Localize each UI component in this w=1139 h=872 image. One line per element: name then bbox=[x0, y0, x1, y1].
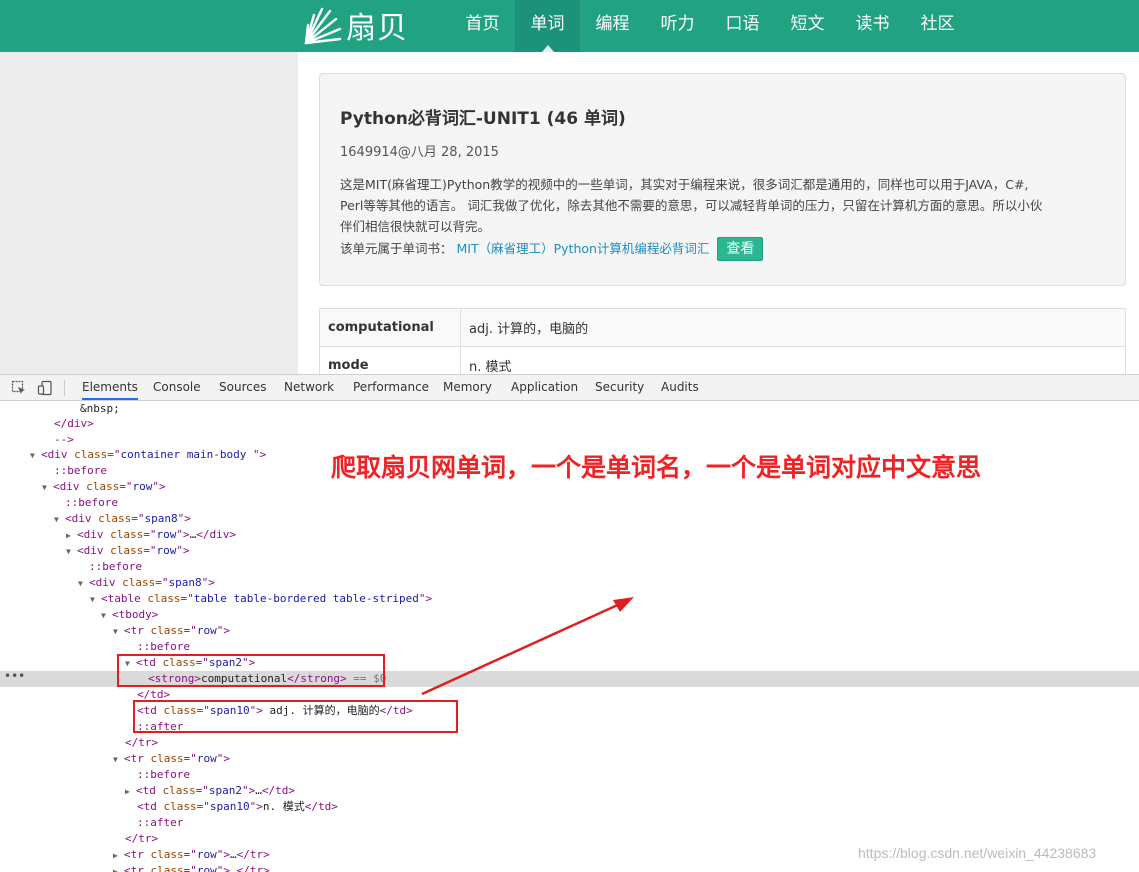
dom-line[interactable]: ▼ <table class="table table-bordered tabl… bbox=[90, 591, 432, 607]
dom-line[interactable]: ▶ <tr class="row">…</tr> bbox=[113, 863, 270, 872]
nav-reading[interactable]: 读书 bbox=[840, 0, 905, 52]
expand-arrow-icon[interactable]: ▼ bbox=[113, 752, 124, 768]
tab-console[interactable]: Console bbox=[153, 375, 201, 400]
dom-line[interactable]: ▼ <tr class="row"> bbox=[113, 751, 230, 767]
main-nav: 首页 单词 编程 听力 口语 短文 读书 社区 bbox=[450, 0, 970, 52]
description-line: 伴们相信很快就可以背完。 bbox=[340, 219, 491, 234]
unit-title: Python必背词汇-UNIT1 (46 单词) bbox=[340, 109, 626, 129]
dom-line[interactable]: <td class="span10">n. 模式</td> bbox=[137, 799, 338, 815]
wordbook-label: 该单元属于单词书： bbox=[340, 241, 453, 256]
nav-speaking[interactable]: 口语 bbox=[710, 0, 775, 52]
tab-elements[interactable]: Elements bbox=[82, 375, 138, 400]
nav-articles[interactable]: 短文 bbox=[775, 0, 840, 52]
annotation-title: 爬取扇贝网单词，一个是单词名，一个是单词对应中文意思 bbox=[331, 453, 982, 482]
nav-listening[interactable]: 听力 bbox=[645, 0, 710, 52]
more-options-icon[interactable]: ••• bbox=[4, 669, 25, 683]
site-header: 扇贝 首页 单词 编程 听力 口语 短文 读书 社区 bbox=[0, 0, 1139, 52]
wordbook-link[interactable]: MIT（麻省理工）Python计算机编程必背词汇 bbox=[457, 241, 710, 256]
word-cell: mode bbox=[319, 346, 461, 374]
highlight-box-meaning bbox=[133, 700, 458, 733]
view-button[interactable]: 查看 bbox=[717, 237, 764, 261]
dom-line[interactable]: ▼ <div class="span8"> bbox=[54, 511, 191, 527]
expand-arrow-icon[interactable]: ▼ bbox=[30, 448, 41, 464]
nav-words[interactable]: 单词 bbox=[515, 0, 580, 52]
tab-memory[interactable]: Memory bbox=[443, 375, 492, 400]
expand-arrow-icon[interactable]: ▼ bbox=[66, 544, 77, 560]
main-content: Python必背词汇-UNIT1 (46 单词) 1649914@八月 28, … bbox=[298, 52, 1139, 374]
dom-line[interactable]: ::before bbox=[54, 463, 107, 479]
collapse-arrow-icon[interactable]: ▶ bbox=[66, 528, 77, 544]
expand-arrow-icon[interactable]: ▼ bbox=[90, 592, 101, 608]
dom-line[interactable]: ▼ <div class="container main-body "> bbox=[30, 447, 266, 463]
dom-line[interactable]: ::before bbox=[89, 559, 142, 575]
watermark: https://blog.csdn.net/weixin_44238683 bbox=[858, 845, 1097, 861]
tab-performance[interactable]: Performance bbox=[353, 375, 429, 400]
wordbook-line: 该单元属于单词书： MIT（麻省理工）Python计算机编程必背词汇 查看 bbox=[340, 237, 1105, 261]
description-line: 这是MIT(麻省理工)Python教学的视频中的一些单词，其实对于编程来说，很多… bbox=[340, 177, 1029, 192]
dom-line[interactable]: ▼ <div class="row"> bbox=[66, 543, 190, 559]
dom-line[interactable]: ▶ <tr class="row">…</tr> bbox=[113, 847, 270, 863]
dom-line[interactable]: </tr> bbox=[125, 735, 158, 751]
meaning-cell: adj. 计算的，电脑的 bbox=[460, 308, 1126, 347]
expand-arrow-icon[interactable]: ▼ bbox=[54, 512, 65, 528]
tab-sources[interactable]: Sources bbox=[219, 375, 266, 400]
unit-description: 这是MIT(麻省理工)Python教学的视频中的一些单词，其实对于编程来说，很多… bbox=[340, 174, 1105, 237]
dom-line[interactable]: ▼ <div class="row"> bbox=[42, 479, 166, 495]
dom-line[interactable]: --> bbox=[54, 432, 74, 448]
devtools-toolbar: Elements Console Sources Network Perform… bbox=[0, 374, 1139, 401]
logo-text: 扇贝 bbox=[346, 11, 408, 46]
site-logo[interactable]: 扇贝 bbox=[300, 2, 408, 48]
unit-meta: 1649914@八月 28, 2015 bbox=[340, 145, 499, 160]
expand-arrow-icon[interactable]: ▼ bbox=[113, 624, 124, 640]
left-sidebar-area bbox=[0, 52, 298, 374]
dom-line[interactable]: ▼ <tr class="row"> bbox=[113, 623, 230, 639]
table-row: computational adj. 计算的，电脑的 bbox=[319, 308, 1126, 347]
dom-line[interactable]: ▶ <div class="row">…</div> bbox=[66, 527, 236, 543]
dom-line[interactable]: ::before bbox=[65, 495, 118, 511]
tab-security[interactable]: Security bbox=[595, 375, 644, 400]
dom-line[interactable]: ▼ <div class="span8"> bbox=[78, 575, 215, 591]
dom-line[interactable]: ::before bbox=[137, 767, 190, 783]
collapse-arrow-icon[interactable]: ▶ bbox=[113, 864, 124, 872]
nav-community[interactable]: 社区 bbox=[905, 0, 970, 52]
dom-line[interactable]: ▶ <td class="span2">…</td> bbox=[125, 783, 295, 799]
expand-arrow-icon[interactable]: ▼ bbox=[42, 480, 53, 496]
highlight-box-word bbox=[117, 654, 385, 687]
dom-line[interactable]: ::before bbox=[137, 639, 190, 655]
nav-programming[interactable]: 编程 bbox=[580, 0, 645, 52]
expand-arrow-icon[interactable]: ▼ bbox=[101, 608, 112, 624]
description-line: Perl等等其他的语言。 词汇我做了优化，除去其他不需要的意思，可以减轻背单词的… bbox=[340, 198, 1043, 213]
collapse-arrow-icon[interactable]: ▶ bbox=[113, 848, 124, 864]
tab-application[interactable]: Application bbox=[511, 375, 578, 400]
collapse-arrow-icon[interactable]: ▶ bbox=[125, 784, 136, 800]
meaning-cell: n. 模式 bbox=[460, 346, 1126, 374]
nav-home[interactable]: 首页 bbox=[450, 0, 515, 52]
expand-arrow-icon[interactable]: ▼ bbox=[78, 576, 89, 592]
tab-audits[interactable]: Audits bbox=[661, 375, 699, 400]
inspect-element-icon[interactable] bbox=[11, 380, 27, 396]
dom-line[interactable]: ▼ <tbody> bbox=[101, 607, 158, 623]
dom-line[interactable]: </tr> bbox=[125, 831, 158, 847]
device-toolbar-icon[interactable] bbox=[37, 380, 53, 396]
dom-line[interactable]: ::after bbox=[137, 815, 183, 831]
word-cell: computational bbox=[319, 308, 461, 347]
unit-info-card: Python必背词汇-UNIT1 (46 单词) 1649914@八月 28, … bbox=[319, 73, 1126, 286]
table-row: mode n. 模式 bbox=[319, 346, 1126, 374]
word-table: computational adj. 计算的，电脑的 mode n. 模式 bbox=[319, 308, 1126, 374]
dom-line[interactable]: &nbsp; bbox=[80, 401, 120, 417]
dom-line[interactable]: </div> bbox=[54, 416, 94, 432]
tab-network[interactable]: Network bbox=[284, 375, 334, 400]
shell-logo-icon bbox=[304, 7, 342, 45]
toolbar-divider bbox=[64, 380, 65, 396]
